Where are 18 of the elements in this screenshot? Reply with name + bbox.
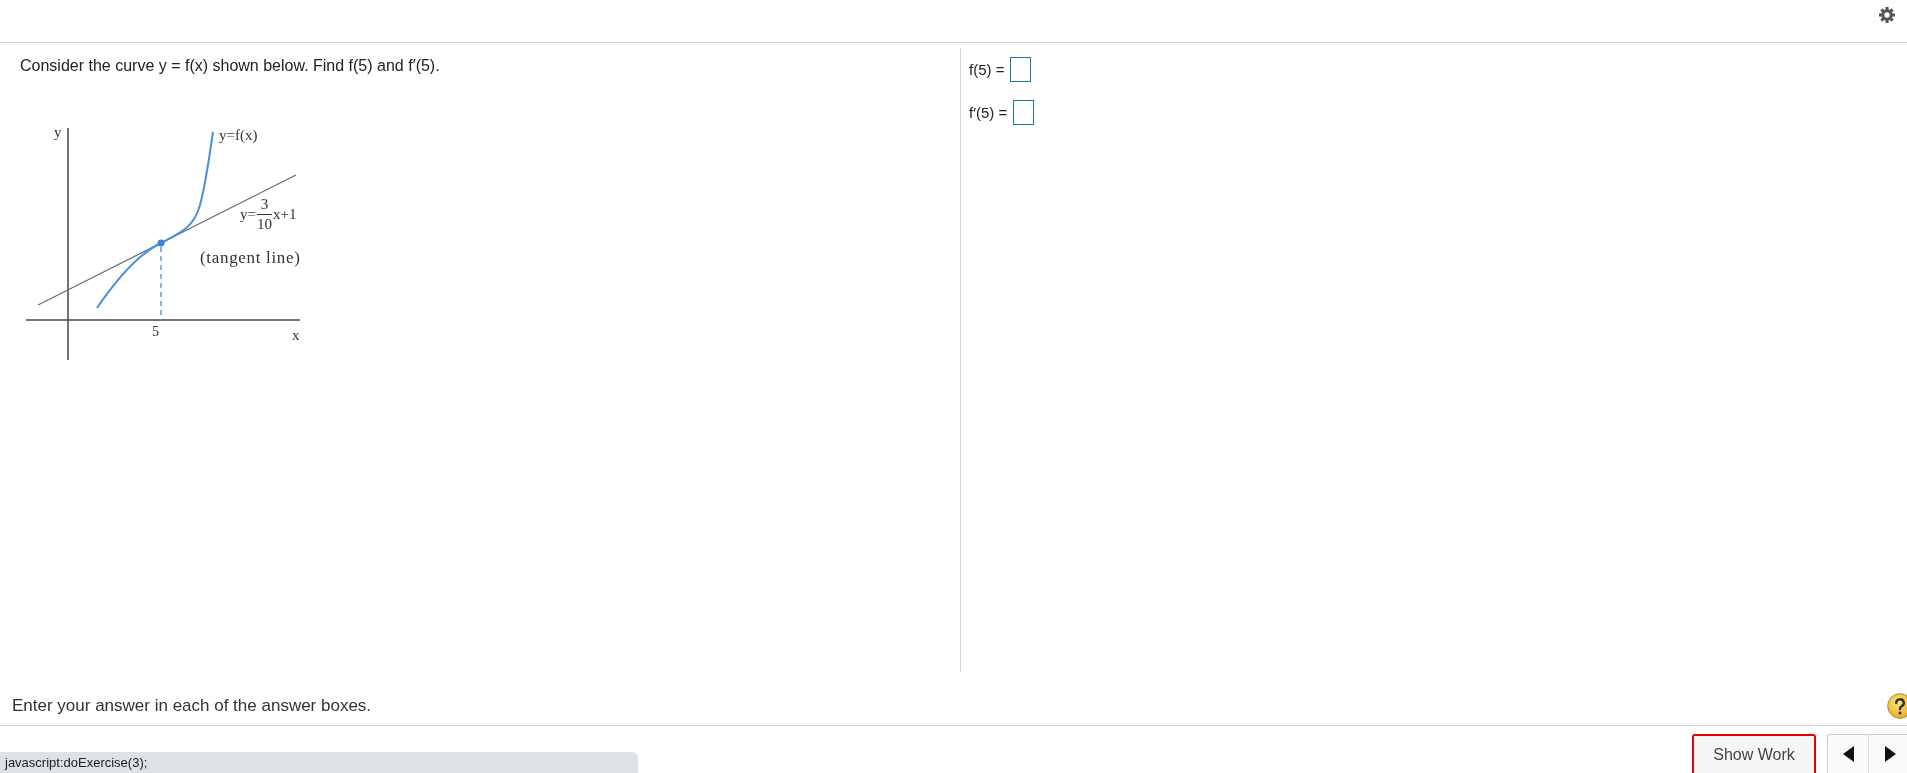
tangent-note: (tangent line) xyxy=(200,249,301,266)
answer-label: f(5) = xyxy=(969,60,1005,80)
triangle-right-icon xyxy=(1884,746,1896,762)
point-marker-icon xyxy=(157,239,165,247)
answer-box[interactable] xyxy=(1013,100,1035,125)
question-text: Consider the curve y = f(x) shown below. Find f(5) and f′(5). xyxy=(20,56,441,76)
curve-label: y=f(x) xyxy=(219,128,258,143)
instruction-text: Enter your answer in each of the answer boxes. xyxy=(12,695,372,717)
answer-box[interactable] xyxy=(1010,57,1032,82)
settings-icon[interactable] xyxy=(1879,7,1895,23)
answer-label: f′(5) = xyxy=(969,103,1008,123)
triangle-left-icon xyxy=(1842,746,1854,762)
status-bar: javascript:doExercise(3); xyxy=(0,752,638,773)
show-work-button[interactable]: Show Work xyxy=(1692,734,1816,773)
x-tick-label: 5 xyxy=(152,325,159,339)
x-axis-label: x xyxy=(292,328,300,343)
help-icon[interactable] xyxy=(1887,693,1907,719)
y-axis-label: y xyxy=(54,125,62,140)
